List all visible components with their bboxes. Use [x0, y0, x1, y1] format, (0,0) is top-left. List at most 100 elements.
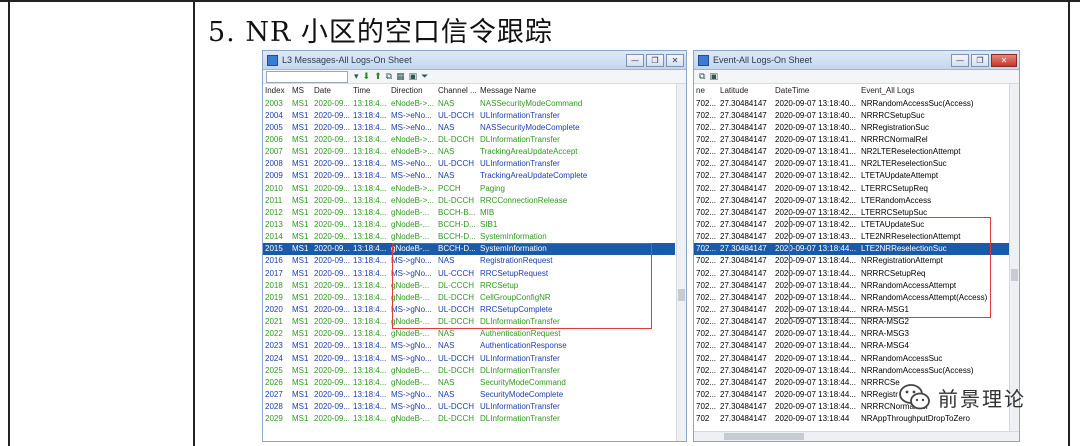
table-row[interactable]: 702 27.30484147 2020-09-07 13:18:44 NRAppTh… — [694, 413, 1012, 425]
table-cell: 702... — [696, 171, 717, 181]
table-cell: MS1 — [292, 268, 309, 278]
table-cell: 2020-09... — [314, 377, 351, 387]
save-icon[interactable]: ▣ — [409, 72, 418, 82]
table-row[interactable]: 702... 27.30484147 2020-09-07 13:18:44... N… — [694, 328, 1012, 340]
event-horizontal-scrollbar[interactable] — [694, 431, 1019, 441]
ev-column-header[interactable]: Latitude — [718, 84, 773, 97]
table-cell: TrackingAreaUpdateComplete — [480, 171, 588, 181]
filter-input[interactable] — [266, 70, 348, 83]
table-row[interactable]: 2012 MS1 2020-09... 13:18:4... gNodeB-... BCC… — [263, 206, 675, 218]
table-row[interactable]: 702... 27.30484147 2020-09-07 13:18:41... N… — [694, 146, 1012, 158]
section-heading: 5. NR 小区的空口信令跟踪 — [208, 17, 553, 48]
scroll-thumb[interactable] — [724, 433, 804, 440]
table-cell: 2020-09... — [314, 232, 351, 242]
l3-column-header[interactable]: Channel ... — [436, 84, 478, 97]
filter-icon[interactable]: ⏷ — [421, 72, 428, 82]
table-row[interactable]: 2008 MS1 2020-09... 13:18:4... MS->eNo... UL-… — [263, 158, 675, 170]
table-cell: 2014 — [265, 232, 283, 242]
table-row[interactable]: 2023 MS1 2020-09... 13:18:4... MS->gNo... NAS… — [263, 340, 675, 352]
table-row[interactable]: 2011 MS1 2020-09... 13:18:4... eNodeB->... DL… — [263, 194, 675, 206]
table-row[interactable]: 702... 27.30484147 2020-09-07 13:18:42... L… — [694, 182, 1012, 194]
l3-column-header[interactable]: Direction — [389, 84, 436, 97]
close-button[interactable]: ✕ — [991, 53, 1017, 67]
table-cell: 2020-09... — [314, 329, 351, 339]
table-row[interactable]: 2024 MS1 2020-09... 13:18:4... MS->gNo... UL-… — [263, 352, 675, 364]
table-row[interactable]: 2022 MS1 2020-09... 13:18:4... gNodeB-... NAS… — [263, 328, 675, 340]
table-cell: 13:18:4... — [353, 219, 387, 229]
table-cell: 13:18:4... — [353, 292, 387, 302]
table-row[interactable]: 702... 27.30484147 2020-09-07 13:18:41... N… — [694, 133, 1012, 145]
table-cell: MS->gNo... — [391, 402, 432, 412]
table-cell: 702... — [696, 232, 717, 242]
close-button[interactable]: ✕ — [666, 53, 684, 67]
table-cell: MS1 — [292, 280, 309, 290]
table-cell: 13:18:4... — [353, 147, 387, 157]
table-cell: 2020-09... — [314, 110, 351, 120]
table-row[interactable]: 2026 MS1 2020-09... 13:18:4... gNodeB-... NAS… — [263, 376, 675, 388]
l3-window-titlebar[interactable]: L3 Messages-All Logs-On Sheet — ❐ ✕ — [263, 51, 686, 70]
table-row[interactable]: 2006 MS1 2020-09... 13:18:4... eNodeB->... DL… — [263, 133, 675, 145]
l3-column-header[interactable]: Date — [312, 84, 351, 97]
restore-button[interactable]: ❐ — [646, 53, 664, 67]
ev-column-header[interactable]: DateTime — [773, 84, 859, 97]
table-cell: MS1 — [292, 110, 309, 120]
event-window-titlebar[interactable]: Event-All Logs-On Sheet — ❐ ✕ — [694, 51, 1019, 70]
table-row[interactable]: 2027 MS1 2020-09... 13:18:4... MS->gNo... NAS… — [263, 388, 675, 400]
table-row[interactable]: 2013 MS1 2020-09... 13:18:4... gNodeB-... BCC… — [263, 218, 675, 230]
table-cell: 2020-09... — [314, 122, 351, 132]
table-cell: MS1 — [292, 195, 309, 205]
table-row[interactable]: 2028 MS1 2020-09... 13:18:4... MS->gNo... UL-… — [263, 401, 675, 413]
table-row[interactable]: 702... 27.30484147 2020-09-07 13:18:44... N… — [694, 352, 1012, 364]
table-row[interactable]: 2029 MS1 2020-09... 13:18:4... gNodeB-... DL-… — [263, 413, 675, 425]
table-cell: 27.30484147 — [720, 171, 767, 181]
table-row[interactable]: 2025 MS1 2020-09... 13:18:4... gNodeB-... DL-… — [263, 364, 675, 376]
l3-vertical-scrollbar[interactable] — [676, 84, 686, 441]
table-row[interactable]: 2003 MS1 2020-09... 13:18:4... eNodeB->... NA… — [263, 97, 675, 109]
table-row[interactable]: 702... 27.30484147 2020-09-07 13:18:40... N… — [694, 97, 1012, 109]
table-cell: 2017 — [265, 268, 283, 278]
dropdown-icon[interactable]: ▾ — [354, 72, 359, 82]
table-cell: 2022 — [265, 329, 283, 339]
grid-icon[interactable]: ▦ — [396, 72, 405, 82]
table-cell: 2020-09... — [314, 256, 351, 266]
arrow-up-icon[interactable]: ⬆ — [374, 72, 382, 82]
table-row[interactable]: 702... 27.30484147 2020-09-07 13:18:40... N… — [694, 109, 1012, 121]
l3-column-header[interactable]: MS — [290, 84, 312, 97]
table-cell: 13:18:4... — [353, 280, 387, 290]
arrow-down-icon[interactable]: ⬇ — [363, 72, 371, 82]
table-cell: 702... — [696, 268, 717, 278]
table-cell: 13:18:4... — [353, 268, 387, 278]
table-row[interactable]: 2014 MS1 2020-09... 13:18:4... gNodeB-... BCC… — [263, 231, 675, 243]
ev-column-header[interactable]: ne — [694, 84, 718, 97]
table-row[interactable]: 702... 27.30484147 2020-09-07 13:18:40... N… — [694, 121, 1012, 133]
l3-column-header[interactable]: Time — [351, 84, 389, 97]
table-cell: eNodeB->... — [391, 134, 434, 144]
table-row[interactable]: 2009 MS1 2020-09... 13:18:4... MS->eNo... NAS… — [263, 170, 675, 182]
table-row[interactable]: 2004 MS1 2020-09... 13:18:4... MS->eNo... UL-… — [263, 109, 675, 121]
table-cell: 702... — [696, 256, 717, 266]
copy-icon[interactable]: ⧉ — [699, 72, 705, 82]
save-icon[interactable]: ▣ — [709, 72, 718, 82]
table-cell: DLInformationTransfer — [480, 365, 560, 375]
table-row[interactable]: 2005 MS1 2020-09... 13:18:4... MS->eNo... NAS… — [263, 121, 675, 133]
table-cell: 2028 — [265, 402, 283, 412]
table-row[interactable]: 2010 MS1 2020-09... 13:18:4... eNodeB->... PC… — [263, 182, 675, 194]
l3-column-header[interactable]: Index — [263, 84, 290, 97]
restore-button[interactable]: ❐ — [971, 53, 989, 67]
scroll-thumb[interactable] — [1011, 269, 1018, 281]
table-row[interactable]: 702... 27.30484147 2020-09-07 13:18:42... L… — [694, 170, 1012, 182]
minimize-button[interactable]: — — [951, 53, 969, 67]
minimize-button[interactable]: — — [626, 53, 644, 67]
ev-column-header[interactable]: Event_All Logs — [859, 84, 1012, 97]
copy-icon[interactable]: ⧉ — [386, 72, 392, 82]
table-row[interactable]: 702... 27.30484147 2020-09-07 13:18:44... N… — [694, 340, 1012, 352]
table-row[interactable]: 702... 27.30484147 2020-09-07 13:18:44... N… — [694, 364, 1012, 376]
event-vertical-scrollbar[interactable] — [1009, 84, 1019, 432]
table-row[interactable]: 702... 27.30484147 2020-09-07 13:18:42... L… — [694, 194, 1012, 206]
table-cell: 27.30484147 — [720, 122, 767, 132]
l3-column-header[interactable]: Message Name — [478, 84, 675, 97]
scroll-thumb[interactable] — [678, 289, 685, 301]
table-row[interactable]: 702... 27.30484147 2020-09-07 13:18:41... N… — [694, 158, 1012, 170]
table-row[interactable]: 2007 MS1 2020-09... 13:18:4... eNodeB->... NA… — [263, 146, 675, 158]
table-top-border — [0, 0, 1080, 2]
